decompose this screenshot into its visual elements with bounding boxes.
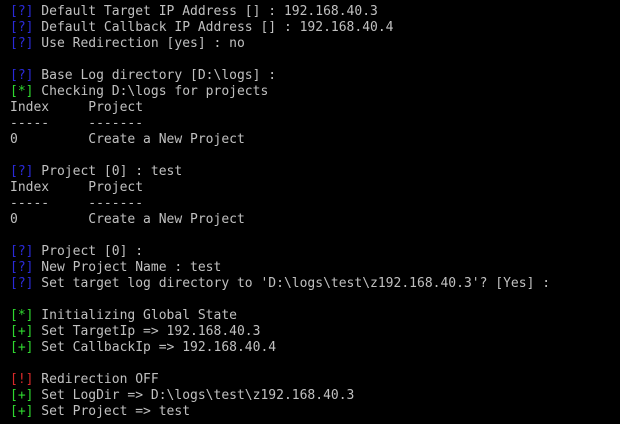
- line-text: Project [0] : test: [33, 164, 183, 179]
- line-text: 0 Create a New Project: [10, 212, 245, 227]
- status-prefix-info: [*]: [10, 84, 34, 99]
- terminal-line: ----- -------: [10, 116, 618, 132]
- terminal-line: [?] Base Log directory [D:\logs] :: [10, 68, 618, 84]
- line-text: Set CallbackIp => 192.168.40.4: [33, 340, 277, 355]
- status-prefix-question: [?]: [10, 276, 34, 291]
- line-text: Index Project: [10, 180, 144, 195]
- terminal-line: [?] Set target log directory to 'D:\logs…: [10, 276, 618, 292]
- line-text: Default Target IP Address [] : 192.168.4…: [33, 4, 378, 19]
- terminal-line: [!] Redirection OFF: [10, 372, 618, 388]
- status-prefix-question: [?]: [10, 260, 34, 275]
- terminal-line: [+] Set Project => test: [10, 404, 618, 420]
- line-text: Base Log directory [D:\logs] :: [33, 68, 277, 83]
- terminal-line: ----- -------: [10, 196, 618, 212]
- status-prefix-success: [+]: [10, 340, 34, 355]
- line-text: Default Callback IP Address [] : 192.168…: [33, 20, 394, 35]
- line-text: Index Project: [10, 100, 144, 115]
- status-prefix-question: [?]: [10, 164, 34, 179]
- terminal-line: [*] Checking D:\logs for projects: [10, 84, 618, 100]
- terminal-line: [?] Default Callback IP Address [] : 192…: [10, 20, 618, 36]
- terminal-output: [?] Default Target IP Address [] : 192.1…: [10, 4, 618, 420]
- line-text: Project [0] :: [33, 244, 144, 259]
- line-text: Set LogDir => D:\logs\test\z192.168.40.3: [33, 388, 355, 403]
- terminal-line: [?] Default Target IP Address [] : 192.1…: [10, 4, 618, 20]
- line-text: Set TargetIp => 192.168.40.3: [33, 324, 261, 339]
- terminal-line: [+] Set LogDir => D:\logs\test\z192.168.…: [10, 388, 618, 404]
- terminal-line: [?] New Project Name : test: [10, 260, 618, 276]
- line-text: Redirection OFF: [33, 372, 159, 387]
- line-text: Use Redirection [yes] : no: [33, 36, 245, 51]
- terminal-line: [+] Set CallbackIp => 192.168.40.4: [10, 340, 618, 356]
- terminal-line: [?] Use Redirection [yes] : no: [10, 36, 618, 52]
- status-prefix-question: [?]: [10, 68, 34, 83]
- line-text: Set target log directory to 'D:\logs\tes…: [33, 276, 551, 291]
- line-text: Set Project => test: [33, 404, 191, 419]
- status-prefix-question: [?]: [10, 36, 34, 51]
- line-text: Checking D:\logs for projects: [33, 84, 269, 99]
- status-prefix-warning: [!]: [10, 372, 34, 387]
- status-prefix-success: [+]: [10, 388, 34, 403]
- terminal-line: [+] Set TargetIp => 192.168.40.3: [10, 324, 618, 340]
- terminal-line: Index Project: [10, 180, 618, 196]
- status-prefix-question: [?]: [10, 4, 34, 19]
- line-text: Initializing Global State: [33, 308, 237, 323]
- line-text: New Project Name : test: [33, 260, 222, 275]
- terminal-line: [*] Initializing Global State: [10, 308, 618, 324]
- terminal-line: Index Project: [10, 100, 618, 116]
- status-prefix-success: [+]: [10, 404, 34, 419]
- terminal-line: 0 Create a New Project: [10, 132, 618, 148]
- line-text: 0 Create a New Project: [10, 132, 245, 147]
- terminal-line: 0 Create a New Project: [10, 212, 618, 228]
- terminal-line: [?] Project [0] : test: [10, 164, 618, 180]
- status-prefix-success: [+]: [10, 324, 34, 339]
- status-prefix-question: [?]: [10, 244, 34, 259]
- line-text: ----- -------: [10, 196, 144, 211]
- line-text: ----- -------: [10, 116, 144, 131]
- terminal-line: [?] Project [0] :: [10, 244, 618, 260]
- status-prefix-question: [?]: [10, 20, 34, 35]
- status-prefix-info: [*]: [10, 308, 34, 323]
